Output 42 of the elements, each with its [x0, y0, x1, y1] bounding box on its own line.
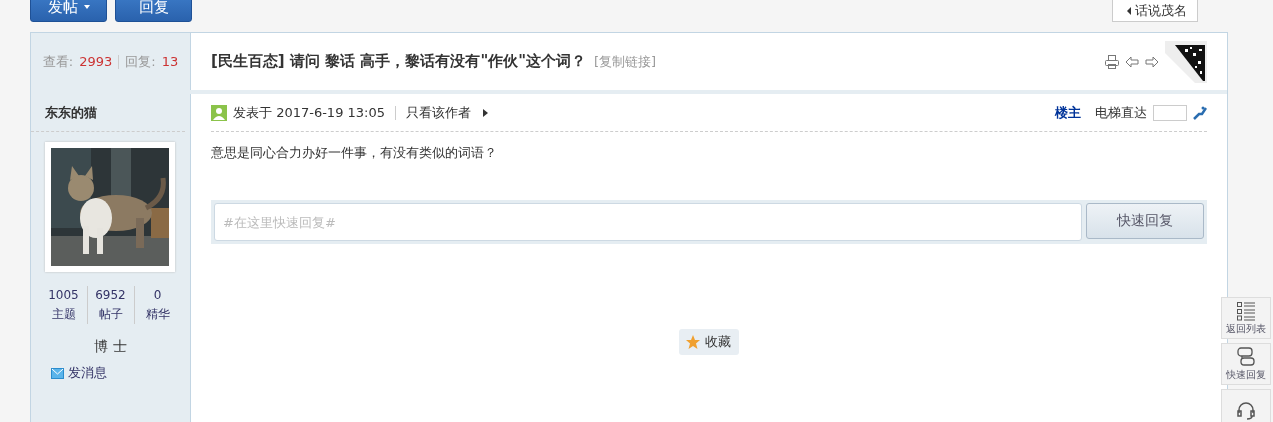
reply-button[interactable]: 回复 [115, 0, 192, 22]
stat-value[interactable]: 1005 [48, 288, 79, 302]
post-date: 发表于 2017-6-19 13:05 [233, 103, 385, 122]
replies-label: 回复: [125, 52, 156, 71]
user-icon [211, 104, 227, 121]
star-icon [685, 334, 701, 350]
right-arrow-icon[interactable] [1145, 55, 1159, 68]
author-only-link[interactable]: 只看该作者 [406, 103, 471, 122]
board-name: 话说茂名 [1135, 1, 1187, 20]
stat-label: 精华 [145, 307, 170, 321]
escalator-icon[interactable] [1193, 105, 1207, 120]
send-message-link[interactable]: 发消息 [68, 364, 107, 382]
left-arrow-icon[interactable] [1125, 55, 1139, 68]
stat-label: 主题 [51, 307, 76, 321]
floor-input[interactable] [1153, 104, 1187, 121]
chat-bubbles-icon [1236, 346, 1256, 367]
post-button[interactable]: 发帖 [30, 0, 107, 22]
favorite-button[interactable]: 收藏 [679, 329, 739, 355]
replies-count: 13 [161, 54, 179, 69]
board-link[interactable]: 话说茂名 [1112, 0, 1198, 22]
caret-icon [1127, 6, 1131, 15]
floor-label: 楼主 [1055, 103, 1081, 122]
headset-icon [1236, 400, 1256, 420]
reply-tool-button[interactable]: 快速回复 [1221, 343, 1271, 385]
service-tool-button[interactable] [1221, 389, 1271, 422]
list-icon [1236, 300, 1256, 321]
list-tool-button[interactable]: 返回列表 [1221, 297, 1271, 339]
quick-reply-field[interactable]: #在这里快速回复# [214, 203, 1082, 241]
quick-reply-button[interactable]: 快速回复 [1086, 203, 1204, 239]
thread-title: [民生百态] 请问 黎话 高手，黎话有没有"作伙"这个词？ [211, 52, 586, 71]
post-body: 意思是同心合力办好一件事，有没有类似的词语？ [211, 144, 498, 162]
caret-icon [483, 108, 488, 117]
author-name[interactable]: 东东的猫 [31, 94, 185, 132]
stat-label: 帖子 [98, 307, 123, 321]
views-count: 2993 [79, 54, 113, 69]
envelope-icon [51, 367, 64, 379]
print-icon[interactable] [1105, 54, 1119, 69]
stat-value[interactable]: 0 [153, 288, 162, 302]
user-rank: 博 士 [93, 338, 128, 356]
stat-value[interactable]: 6952 [95, 288, 126, 302]
jump-label: 电梯直达 [1095, 103, 1147, 122]
views-label: 查看: [42, 52, 74, 71]
